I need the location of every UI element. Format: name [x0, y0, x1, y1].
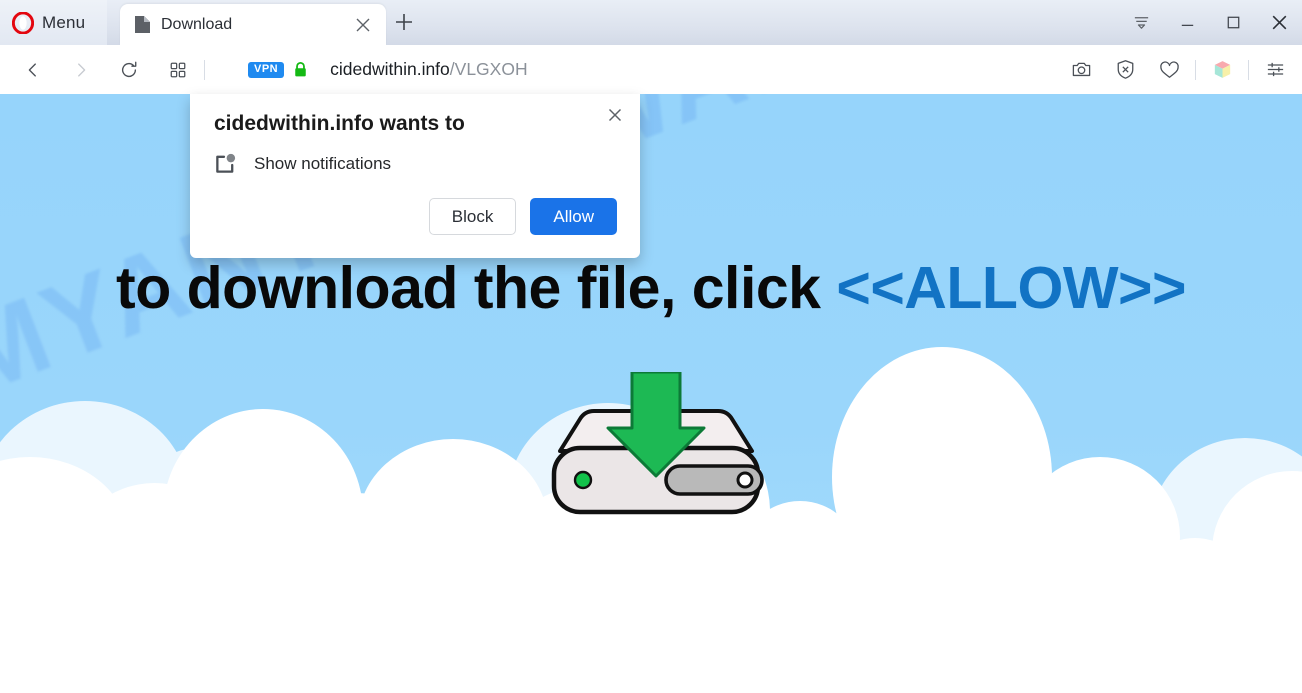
download-to-drive-illustration	[536, 370, 776, 542]
allow-button[interactable]: Allow	[530, 198, 617, 235]
browser-tab-download[interactable]: Download	[120, 4, 386, 45]
headline-allow-word: <<ALLOW>>	[836, 255, 1186, 321]
ad-blocker-shield-icon[interactable]	[1108, 53, 1142, 87]
block-button[interactable]: Block	[428, 198, 517, 235]
extensions-cube-icon[interactable]	[1205, 53, 1239, 87]
dialog-actions: Block Allow	[428, 198, 617, 235]
dialog-close-button[interactable]	[600, 102, 630, 132]
permission-row: Show notifications	[214, 152, 391, 175]
close-icon	[608, 108, 622, 127]
new-tab-button[interactable]	[388, 8, 420, 40]
url-text[interactable]: cidedwithin.info/VLGXOH	[330, 59, 527, 80]
forward-icon[interactable]	[64, 53, 98, 87]
toolbar-divider	[1195, 59, 1196, 80]
back-icon[interactable]	[16, 53, 50, 87]
notification-badge-icon	[214, 152, 237, 175]
toolbar-divider	[1248, 59, 1249, 80]
notification-permission-dialog: cidedwithin.info wants to Show notificat…	[190, 94, 640, 258]
browser-window: Menu Download VPN cidedwithin.info/VLGXO…	[0, 0, 1302, 693]
opera-logo-icon	[11, 10, 35, 35]
close-icon[interactable]	[1256, 0, 1302, 45]
tab-title: Download	[161, 15, 233, 33]
toolbar-right-icons	[1064, 53, 1302, 87]
url-path: /VLGXOH	[449, 59, 528, 79]
minimize-icon[interactable]	[1164, 0, 1210, 45]
headline-instruction: to download the file, click	[116, 255, 837, 321]
easy-setup-sliders-icon[interactable]	[1258, 53, 1292, 87]
document-icon	[134, 15, 151, 34]
snapshot-camera-icon[interactable]	[1064, 53, 1098, 87]
permission-label: Show notifications	[254, 153, 392, 173]
window-controls	[1118, 0, 1302, 45]
dialog-title: cidedwithin.info wants to	[214, 112, 465, 135]
toolbar-divider	[204, 59, 205, 80]
plus-icon	[395, 13, 413, 36]
maximize-icon[interactable]	[1210, 0, 1256, 45]
tab-close-icon[interactable]	[350, 12, 376, 38]
speed-dial-icon[interactable]	[161, 53, 195, 87]
tab-list-icon[interactable]	[1118, 0, 1164, 45]
page-headline: to download the file, click <<ALLOW>>	[0, 254, 1302, 322]
padlock-icon[interactable]	[293, 61, 308, 78]
heart-icon[interactable]	[1152, 53, 1186, 87]
tab-strip: Menu Download	[0, 0, 1302, 45]
vpn-badge[interactable]: VPN	[248, 61, 285, 78]
address-bar[interactable]: VPN cidedwithin.info/VLGXOH	[220, 53, 1058, 87]
url-host: cidedwithin.info	[330, 59, 450, 79]
browser-toolbar: VPN cidedwithin.info/VLGXOH	[0, 45, 1302, 94]
cloud-base	[0, 543, 1302, 693]
reload-icon[interactable]	[112, 53, 146, 87]
opera-menu-button[interactable]: Menu	[0, 0, 107, 45]
menu-label: Menu	[42, 12, 86, 32]
